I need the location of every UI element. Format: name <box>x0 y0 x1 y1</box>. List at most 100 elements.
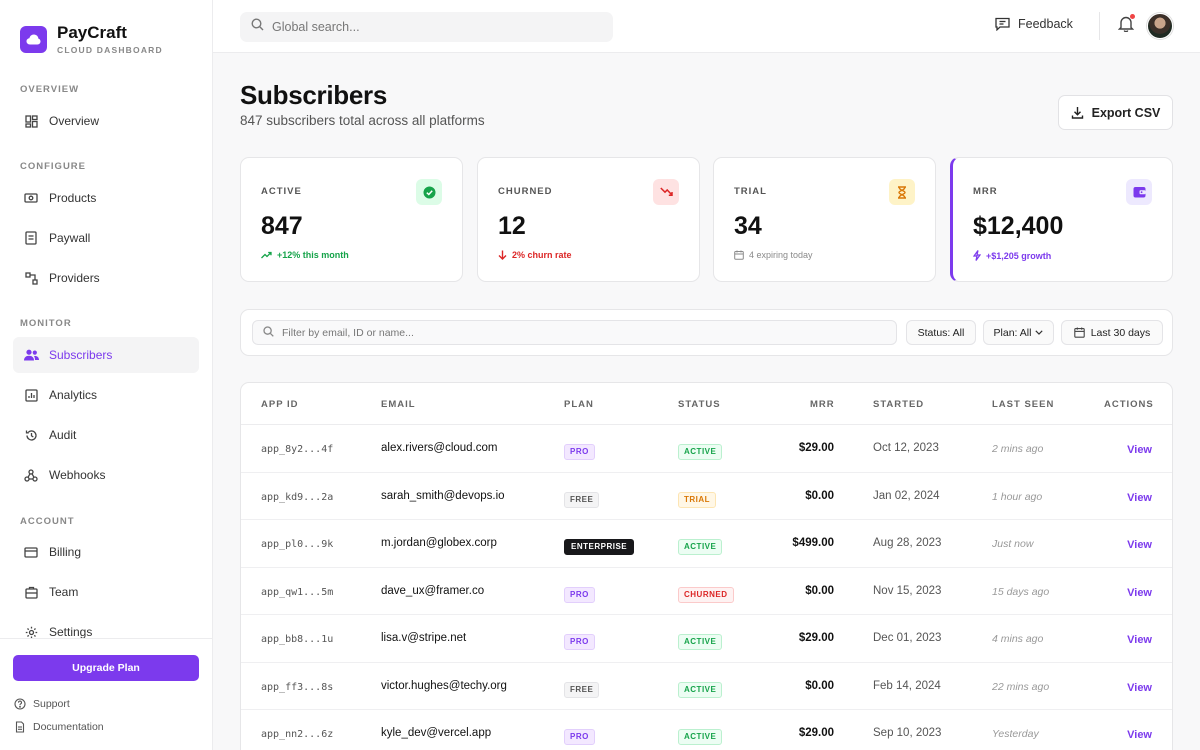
status-cell: ACTIVE <box>678 444 723 460</box>
analytics-icon <box>23 387 39 403</box>
sidebar-item-subscribers[interactable]: Subscribers <box>13 337 199 373</box>
sidebar-item-providers[interactable]: Providers <box>13 260 199 296</box>
documentation-label: Documentation <box>33 721 104 733</box>
trend-down-icon <box>653 179 679 205</box>
feedback-button[interactable]: Feedback <box>995 17 1073 31</box>
email-cell: dave_ux@framer.co <box>381 584 485 597</box>
view-link[interactable]: View <box>1127 729 1152 741</box>
started-cell: Aug 28, 2023 <box>873 537 942 549</box>
filter-search[interactable] <box>252 320 897 345</box>
view-link[interactable]: View <box>1127 444 1152 456</box>
stat-note: +$1,205 growth <box>973 250 1051 261</box>
started-cell: Feb 14, 2024 <box>873 679 941 692</box>
sidebar-item-label: Webhooks <box>49 468 106 482</box>
plan-cell: ENTERPRISE <box>564 539 635 555</box>
plan-badge: PRO <box>564 729 595 745</box>
view-link[interactable]: View <box>1127 682 1152 694</box>
plan-cell: PRO <box>564 586 595 603</box>
sidebar-item-billing[interactable]: Billing <box>13 534 199 570</box>
products-icon <box>23 190 39 206</box>
sidebar-item-audit[interactable]: Audit <box>13 417 199 453</box>
view-link[interactable]: View <box>1127 634 1152 646</box>
sidebar-item-products[interactable]: Products <box>13 180 199 216</box>
search-icon <box>251 18 264 36</box>
table-row[interactable]: app_bb8...1u lisa.v@stripe.net PRO ACTIVE $2… <box>241 615 1172 663</box>
table-row[interactable]: app_kd9...2a sarah_smith@devops.io FREE TRI… <box>241 473 1172 520</box>
sidebar-item-team[interactable]: Team <box>13 574 199 610</box>
download-icon <box>1071 106 1084 119</box>
help-circle-icon <box>14 698 26 710</box>
view-link[interactable]: View <box>1127 492 1152 504</box>
calendar-icon <box>1073 327 1085 338</box>
filter-search-input[interactable] <box>282 326 882 339</box>
last-seen-cell: Just now <box>992 538 1034 550</box>
plan-badge: PRO <box>564 586 595 603</box>
status-filter-label: Status: All <box>917 326 965 339</box>
team-icon <box>23 584 39 600</box>
status-badge: TRIAL <box>678 491 717 508</box>
support-link[interactable]: Support <box>14 698 70 710</box>
email-cell: lisa.v@stripe.net <box>381 632 467 644</box>
last-seen-cell: 22 mins ago <box>992 680 1050 693</box>
mrr-cell: $0.00 <box>805 584 834 597</box>
status-badge: ACTIVE <box>678 729 723 745</box>
plan-badge: PRO <box>564 444 595 460</box>
support-label: Support <box>33 698 70 710</box>
table-row[interactable]: app_qw1...5m dave_ux@framer.co PRO CHURNED $… <box>241 568 1172 615</box>
column-header-last-seen: LAST SEEN <box>992 399 1055 410</box>
stat-note-text: +12% this month <box>277 250 349 260</box>
trend-up-icon <box>261 251 272 259</box>
sidebar-item-label: Audit <box>49 428 77 442</box>
table-row[interactable]: app_ff3...8s victor.hughes@techy.org FREE A… <box>241 663 1172 710</box>
date-range-button[interactable]: Last 30 days <box>1061 320 1163 345</box>
plan-badge: ENTERPRISE <box>564 539 635 555</box>
notification-dot <box>1130 14 1135 19</box>
arrow-down-icon <box>498 250 507 260</box>
started-cell: Nov 15, 2023 <box>873 584 942 597</box>
stat-card-churned: CHURNED 12 2% churn rate <box>477 157 700 282</box>
user-avatar[interactable] <box>1147 13 1173 39</box>
table-row[interactable]: app_nn2...6z kyle_dev@vercel.app PRO ACTIVE… <box>241 710 1172 750</box>
last-seen-cell: Yesterday <box>992 728 1039 740</box>
notifications-button[interactable] <box>1117 14 1135 37</box>
sidebar-item-webhooks[interactable]: Webhooks <box>13 457 199 493</box>
global-search-input[interactable] <box>272 20 592 34</box>
search-icon <box>263 324 274 342</box>
table-row[interactable]: app_8y2...4f alex.rivers@cloud.com PRO ACTI… <box>241 425 1172 473</box>
section-configure: CONFIGURE <box>20 161 86 172</box>
stat-note: 4 expiring today <box>734 250 813 260</box>
view-link[interactable]: View <box>1127 539 1152 551</box>
view-link[interactable]: View <box>1127 587 1152 599</box>
status-cell: CHURNED <box>678 586 734 603</box>
webhook-icon <box>23 467 39 483</box>
status-badge: ACTIVE <box>678 539 723 555</box>
mrr-cell: $0.00 <box>805 489 834 502</box>
stat-label: CHURNED <box>498 186 553 197</box>
providers-icon <box>23 270 39 286</box>
email-cell: alex.rivers@cloud.com <box>381 442 498 454</box>
status-badge: CHURNED <box>678 586 734 603</box>
plan-filter-button[interactable]: Plan: All <box>983 320 1054 345</box>
section-account: ACCOUNT <box>20 516 75 527</box>
status-filter-button[interactable]: Status: All <box>906 320 976 345</box>
export-csv-label: Export CSV <box>1091 105 1161 120</box>
stat-card-active: ACTIVE 847 +12% this month <box>240 157 463 282</box>
table-row[interactable]: app_pl0...9k m.jordan@globex.corp ENTERPRI… <box>241 520 1172 568</box>
export-csv-button[interactable]: Export CSV <box>1058 95 1173 130</box>
wallet-icon <box>1126 179 1152 205</box>
documentation-link[interactable]: Documentation <box>14 721 104 733</box>
brand[interactable]: PayCraft CLOUD DASHBOARD <box>20 24 163 55</box>
app-id-cell: app_ff3...8s <box>261 681 334 693</box>
upgrade-plan-button[interactable]: Upgrade Plan <box>13 655 199 681</box>
plan-cell: PRO <box>564 634 595 650</box>
column-header-actions: ACTIONS <box>1104 399 1154 410</box>
email-cell: victor.hughes@techy.org <box>381 679 507 692</box>
bolt-icon <box>973 250 981 261</box>
sidebar-item-analytics[interactable]: Analytics <box>13 377 199 413</box>
sidebar-item-paywall[interactable]: Paywall <box>13 220 199 256</box>
sidebar-item-overview[interactable]: Overview <box>13 103 199 139</box>
sidebar-item-label: Subscribers <box>49 348 113 362</box>
page-title: Subscribers <box>240 80 387 110</box>
global-search[interactable] <box>240 12 613 42</box>
started-cell: Sep 10, 2023 <box>873 727 942 739</box>
